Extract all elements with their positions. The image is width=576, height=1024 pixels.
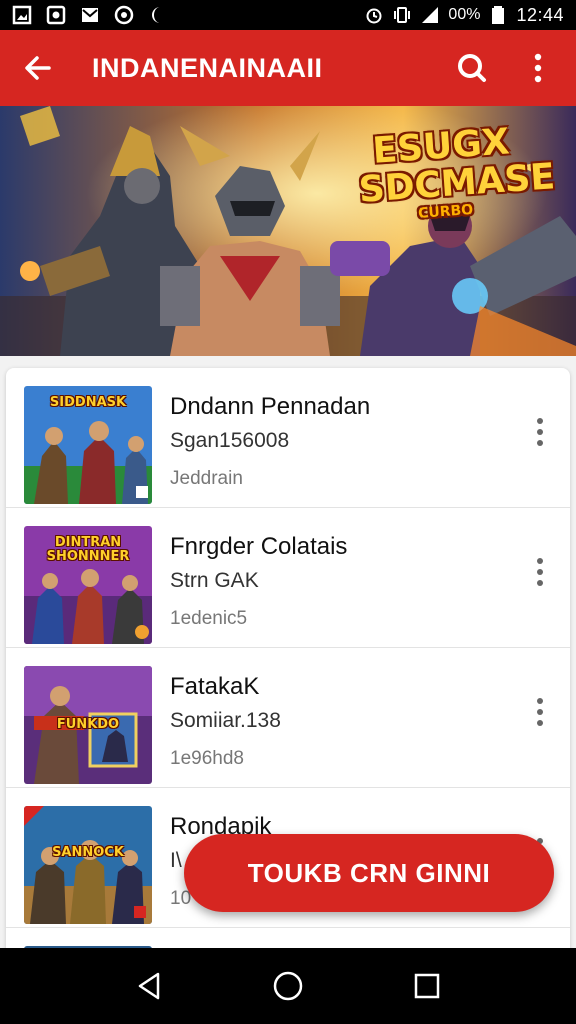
item-title: FatakaK xyxy=(170,673,260,700)
moon-icon xyxy=(148,5,168,25)
game-thumbnail: FUNKDO xyxy=(24,666,152,784)
record-icon xyxy=(46,5,66,25)
back-button[interactable] xyxy=(14,44,62,92)
signal-icon xyxy=(420,5,440,25)
status-bar: 00% 12:44 xyxy=(0,0,576,30)
item-subtitle: Strn GAK xyxy=(170,569,259,592)
alarm-icon xyxy=(364,5,384,25)
item-meta: 1e96hd8 xyxy=(170,748,244,769)
mail-icon xyxy=(80,5,100,25)
nav-back-button[interactable] xyxy=(121,958,177,1014)
battery-percent: 00% xyxy=(448,6,481,23)
more-vert-icon xyxy=(534,53,542,83)
hero-banner[interactable]: ESUGX SDCMASE CURBO xyxy=(0,106,576,356)
item-more-button[interactable] xyxy=(524,552,556,592)
app-bar: INDANENAINAAII xyxy=(0,30,576,106)
search-icon xyxy=(458,54,486,82)
game-thumbnail: SANNOCK xyxy=(24,806,152,924)
more-vert-icon xyxy=(537,418,543,446)
game-thumbnail: DINTRAN SHONNNER xyxy=(24,526,152,644)
banner-game-logo: ESUGX SDCMASE CURBO xyxy=(355,121,557,226)
more-vert-icon xyxy=(537,698,543,726)
status-notification-icons xyxy=(12,5,168,25)
primary-action-button[interactable]: TOUKB CRN GINNI xyxy=(184,834,554,912)
list-item[interactable]: FUNKDO FatakaK Somiiar.138 1e96hd8 xyxy=(6,648,570,788)
item-meta: 1edenic5 xyxy=(170,608,248,629)
nav-home-button[interactable] xyxy=(260,958,316,1014)
overflow-menu-button[interactable] xyxy=(514,44,562,92)
more-vert-icon xyxy=(537,558,543,586)
item-title: Dndann Pennadan xyxy=(170,393,371,420)
circle-home-icon xyxy=(273,971,303,1001)
clock: 12:44 xyxy=(516,4,564,25)
system-nav-bar xyxy=(0,948,576,1024)
list-item[interactable]: SIDDNASK Dndann Pennadan Sgan156008 Jedd… xyxy=(6,368,570,508)
item-title: Fnrgder Colatais xyxy=(170,533,348,560)
thumbnail-caption: FUNKDO xyxy=(56,717,120,732)
arrow-left-icon xyxy=(25,56,51,80)
triangle-back-icon xyxy=(139,972,160,1000)
thumbnail-caption: DINTRAN SHONNNER xyxy=(46,535,130,564)
banner-logo-main: ESUGX SDCMASE xyxy=(357,121,557,211)
item-meta: Jeddrain xyxy=(170,468,243,489)
battery-icon xyxy=(488,5,508,25)
game-thumbnail: SIDDNASK xyxy=(24,386,152,504)
square-recents-icon xyxy=(414,973,439,999)
status-system-icons: 00% 12:44 xyxy=(364,5,564,26)
vibrate-icon xyxy=(392,5,412,25)
thumbnail-caption: SIDDNASK xyxy=(49,395,127,410)
list-item[interactable]: DINTRAN SHONNNER Fnrgder Colatais Strn G… xyxy=(6,508,570,648)
nav-recents-button[interactable] xyxy=(399,958,455,1014)
item-more-button[interactable] xyxy=(524,692,556,732)
item-subtitle: Sgan156008 xyxy=(170,429,290,452)
image-icon xyxy=(12,5,32,25)
item-subtitle: Somiiar.138 xyxy=(170,709,281,732)
search-button[interactable] xyxy=(448,44,496,92)
thumbnail-caption: SANNOCK xyxy=(52,845,124,860)
page-title: INDANENAINAAII xyxy=(92,52,323,83)
item-more-button[interactable] xyxy=(524,412,556,452)
circle-dot-icon xyxy=(114,5,134,25)
